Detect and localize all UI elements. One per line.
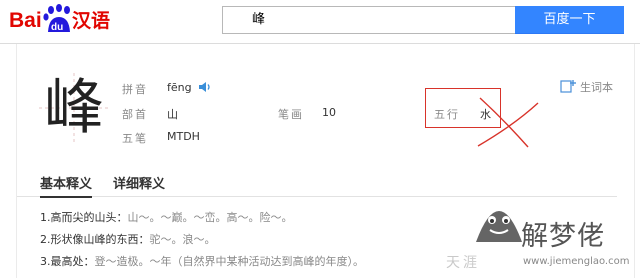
search-button[interactable]: 百度一下: [515, 6, 624, 34]
definition-item: 2.形状像山峰的东西：驼～。浪～。: [40, 233, 216, 246]
definition-item: 3.最高处：登～造极。～年（自然界中某种活动达到高峰的年度）。: [40, 255, 364, 268]
strokes-label: 笔画: [278, 108, 304, 121]
top-header: Bai du 汉语 峰 百度一下: [0, 0, 640, 44]
add-to-vocab-link[interactable]: 生词本: [560, 79, 620, 95]
annotation-cross-icon: [477, 97, 539, 148]
watermark-name: 解梦佬: [521, 221, 605, 252]
vocab-link-label: 生词本: [580, 81, 613, 94]
pinyin-value: fēng: [167, 81, 192, 94]
wubi-value: MTDH: [167, 130, 200, 143]
watermark-faint-text: 天涯: [446, 255, 480, 271]
baidu-hanyu-logo[interactable]: Bai du 汉语: [9, 2, 119, 36]
strokes-value: 10: [322, 106, 336, 119]
watermark-url: www.jiemenglao.com: [523, 256, 630, 267]
logo-paw-text: du: [51, 22, 63, 33]
book-plus-icon: [560, 80, 576, 93]
logo-brand-letters: Bai: [9, 9, 42, 32]
character-box: 峰: [39, 73, 109, 143]
pinyin-label: 拼音: [122, 83, 148, 96]
wubi-label: 五笔: [122, 132, 148, 145]
search-input[interactable]: 峰: [222, 6, 516, 34]
logo-product: 汉语: [72, 10, 110, 32]
tab-basic[interactable]: 基本释义: [40, 173, 93, 198]
tab-detailed[interactable]: 详细释义: [113, 173, 165, 192]
definition-item: 1.高而尖的山头：山～。～巅。～峦。高～。险～。: [40, 211, 293, 224]
character-glyph: 峰: [44, 73, 104, 143]
radical-label: 部首: [122, 108, 148, 121]
radical-value[interactable]: 山: [167, 106, 178, 122]
speaker-icon[interactable]: [198, 81, 212, 93]
